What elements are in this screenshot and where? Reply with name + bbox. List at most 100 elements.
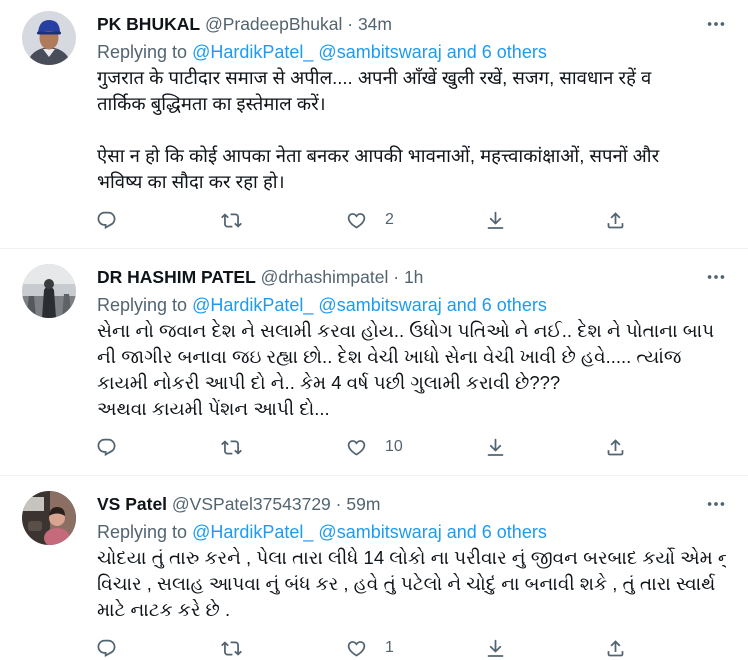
download-button[interactable]: [485, 209, 506, 231]
retweet-button[interactable]: [221, 637, 242, 659]
like-icon: [346, 437, 367, 458]
others-link[interactable]: and 6 others: [447, 522, 547, 542]
timestamp[interactable]: 34m: [358, 14, 392, 34]
more-button[interactable]: [705, 266, 727, 288]
avatar-photo: [22, 11, 76, 65]
more-icon: [705, 493, 727, 515]
mention-link[interactable]: @HardikPatel_: [192, 522, 313, 542]
timestamp[interactable]: 59m: [346, 494, 380, 514]
more-icon: [705, 13, 727, 35]
retweet-icon: [221, 210, 242, 231]
mention-link[interactable]: @HardikPatel_: [192, 42, 313, 62]
like-button[interactable]: 10: [346, 436, 403, 458]
text-line: માટે નાટક કરે છે .: [97, 599, 231, 620]
more-button[interactable]: [705, 493, 727, 515]
tweet-paragraph: गुजरात के पाटीदार समाज से अपील.... अपनी …: [97, 65, 726, 117]
share-button[interactable]: [605, 209, 626, 231]
avatar-photo: [22, 491, 76, 545]
download-icon: [485, 437, 506, 458]
share-icon: [605, 437, 626, 458]
download-icon: [485, 210, 506, 231]
tweet-paragraph: ચોદયા તું તારુ કરને , પેલા તારા લીધે 14 …: [97, 545, 726, 623]
separator-dot: ·: [393, 267, 400, 287]
text-line: ऐसा न हो कि कोई आपका नेता बनकर आपकी भावन…: [97, 145, 660, 166]
mention-link[interactable]: @sambitswaraj: [318, 295, 441, 315]
like-count: 1: [385, 639, 394, 656]
tweet-header: PK BHUKAL @PradeepBhukal · 34m: [97, 11, 726, 37]
replying-to-label: Replying to: [97, 42, 188, 62]
reply-icon: [96, 210, 117, 231]
avatar[interactable]: [22, 11, 76, 65]
author-name[interactable]: VS Patel: [97, 494, 167, 514]
text-line: भविष्य का सौदा कर रहा हो।: [97, 171, 285, 192]
conversation-timeline: PK BHUKAL @PradeepBhukal · 34m Replying …: [0, 0, 748, 660]
others-link[interactable]: and 6 others: [447, 42, 547, 62]
like-count: 10: [385, 438, 403, 455]
tweet-text: સેના નો જવાન દેશ ને સલામી કરવા હોય.. ઉધો…: [97, 318, 726, 422]
reply-icon: [96, 638, 117, 659]
mention-link[interactable]: @sambitswaraj: [318, 522, 441, 542]
more-icon: [705, 266, 727, 288]
tweet-header: VS Patel @VSPatel37543729 · 59m: [97, 491, 726, 517]
tweet[interactable]: DR HASHIM PATEL @drhashimpatel · 1h Repl…: [0, 249, 748, 476]
tweet[interactable]: PK BHUKAL @PradeepBhukal · 34m Replying …: [0, 0, 748, 249]
download-button[interactable]: [485, 436, 506, 458]
text-line: કાયમી નોકરી આપી દો ને.. કેમ 4 વર્ષ પછી ગ…: [97, 372, 561, 393]
more-button[interactable]: [705, 13, 727, 35]
retweet-icon: [221, 638, 242, 659]
action-bar: 10: [97, 430, 726, 464]
tweet-header: DR HASHIM PATEL @drhashimpatel · 1h: [97, 264, 726, 290]
tweet-text: ચોદયા તું તારુ કરને , પેલા તારા લીધે 14 …: [97, 545, 726, 623]
action-bar: 2: [97, 203, 726, 237]
like-button[interactable]: 2: [346, 209, 394, 231]
others-link[interactable]: and 6 others: [447, 295, 547, 315]
tweet-paragraph: ऐसा न हो कि कोई आपका नेता बनकर आपकी भावन…: [97, 143, 726, 195]
reply-button[interactable]: [96, 209, 117, 231]
like-button[interactable]: 1: [346, 637, 394, 659]
text-line: तार्किक बुद्धिमता का इस्तेमाल करें।: [97, 93, 326, 114]
retweet-button[interactable]: [221, 209, 242, 231]
author-handle[interactable]: @drhashimpatel: [261, 267, 389, 287]
share-icon: [605, 210, 626, 231]
author-name[interactable]: PK BHUKAL: [97, 14, 200, 34]
tweet-paragraph: સેના નો જવાન દેશ ને સલામી કરવા હોય.. ઉધો…: [97, 318, 726, 422]
replying-to-label: Replying to: [97, 522, 188, 542]
reply-icon: [96, 437, 117, 458]
avatar[interactable]: [22, 491, 76, 545]
reply-button[interactable]: [96, 637, 117, 659]
text-line: અથવા કાયમી પેંશન આપી દો...: [97, 398, 330, 419]
tweet-text: गुजरात के पाटीदार समाज से अपील.... अपनी …: [97, 65, 726, 195]
avatar[interactable]: [22, 264, 76, 318]
share-button[interactable]: [605, 637, 626, 659]
avatar-photo: [22, 264, 76, 318]
like-icon: [346, 638, 367, 659]
replying-to: Replying to @HardikPatel_ @sambitswaraj …: [97, 39, 726, 65]
replying-to: Replying to @HardikPatel_ @sambitswaraj …: [97, 292, 726, 318]
mention-link[interactable]: @sambitswaraj: [318, 42, 441, 62]
download-button[interactable]: [485, 637, 506, 659]
share-button[interactable]: [605, 436, 626, 458]
author-name[interactable]: DR HASHIM PATEL: [97, 267, 256, 287]
reply-button[interactable]: [96, 436, 117, 458]
text-line: ચોદયા તું તારુ કરને , પેલા તારા લીધે 14 …: [97, 547, 726, 568]
mention-link[interactable]: @HardikPatel_: [192, 295, 313, 315]
action-bar: 1: [97, 631, 726, 660]
separator-dot: ·: [347, 14, 354, 34]
retweet-button[interactable]: [221, 436, 242, 458]
share-icon: [605, 638, 626, 659]
download-icon: [485, 638, 506, 659]
retweet-icon: [221, 437, 242, 458]
text-line: गुजरात के पाटीदार समाज से अपील.... अपनी …: [97, 67, 652, 88]
timestamp[interactable]: 1h: [404, 267, 423, 287]
like-count: 2: [385, 211, 394, 228]
tweet[interactable]: VS Patel @VSPatel37543729 · 59m Replying…: [0, 476, 748, 660]
replying-to: Replying to @HardikPatel_ @sambitswaraj …: [97, 519, 726, 545]
like-icon: [346, 210, 367, 231]
author-handle[interactable]: @VSPatel37543729: [172, 494, 331, 514]
author-handle[interactable]: @PradeepBhukal: [205, 14, 342, 34]
separator-dot: ·: [335, 494, 342, 514]
text-line: વિચાર , સલાહ આપવા નું બંધ કર , હવે તું પ…: [97, 573, 716, 594]
text-line: ની જાગીર બનાવા જઇ રહ્યા છો.. દેશ વેચી ખા…: [97, 346, 682, 367]
replying-to-label: Replying to: [97, 295, 188, 315]
text-line: સેના નો જવાન દેશ ને સલામી કરવા હોય.. ઉધો…: [97, 320, 715, 341]
